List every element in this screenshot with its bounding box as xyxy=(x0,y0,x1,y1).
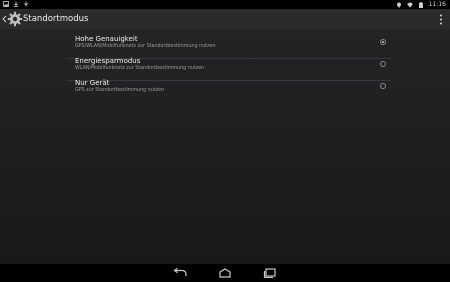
radio-button-checked[interactable] xyxy=(380,39,386,45)
usb-debug-icon xyxy=(23,1,29,7)
action-bar: Standortmodus xyxy=(0,9,450,29)
option-summary: GPS zur Standortbestimmung nutzen xyxy=(75,88,165,93)
location-icon xyxy=(396,2,401,8)
option-high-accuracy[interactable]: Hohe Genauigkeit GPS/WLAN/Mobilfunknetz … xyxy=(66,33,391,59)
home-nav-icon[interactable] xyxy=(217,268,233,278)
page-title: Standortmodus xyxy=(23,14,89,24)
status-bar: 11:16 xyxy=(0,0,450,9)
option-summary: WLAN/Mobilfunknetz zur Standortbestimmun… xyxy=(75,66,205,71)
back-nav-icon[interactable] xyxy=(172,268,188,278)
option-device-only[interactable]: Nur Gerät GPS zur Standortbestimmung nut… xyxy=(66,77,391,99)
option-title: Hohe Genauigkeit xyxy=(75,35,138,43)
battery-icon xyxy=(418,1,423,8)
option-battery-saving[interactable]: Energiesparmodus WLAN/Mobilfunknetz zur … xyxy=(66,55,391,81)
image-icon xyxy=(3,1,9,7)
download-icon xyxy=(14,1,18,7)
radio-button[interactable] xyxy=(380,61,386,67)
settings-gear-icon[interactable] xyxy=(7,11,23,27)
radio-button[interactable] xyxy=(380,83,386,89)
clock: 11:16 xyxy=(428,1,446,8)
overflow-menu-icon[interactable] xyxy=(439,14,443,25)
navigation-bar xyxy=(0,264,450,282)
option-title: Nur Gerät xyxy=(75,79,110,87)
option-summary: GPS/WLAN/Mobilfunknetz zur Standortbesti… xyxy=(75,44,216,49)
recents-nav-icon[interactable] xyxy=(262,268,278,278)
option-title: Energiesparmodus xyxy=(75,57,141,65)
wifi-icon xyxy=(406,2,413,8)
location-mode-list: Hohe Genauigkeit GPS/WLAN/Mobilfunknetz … xyxy=(0,29,450,264)
